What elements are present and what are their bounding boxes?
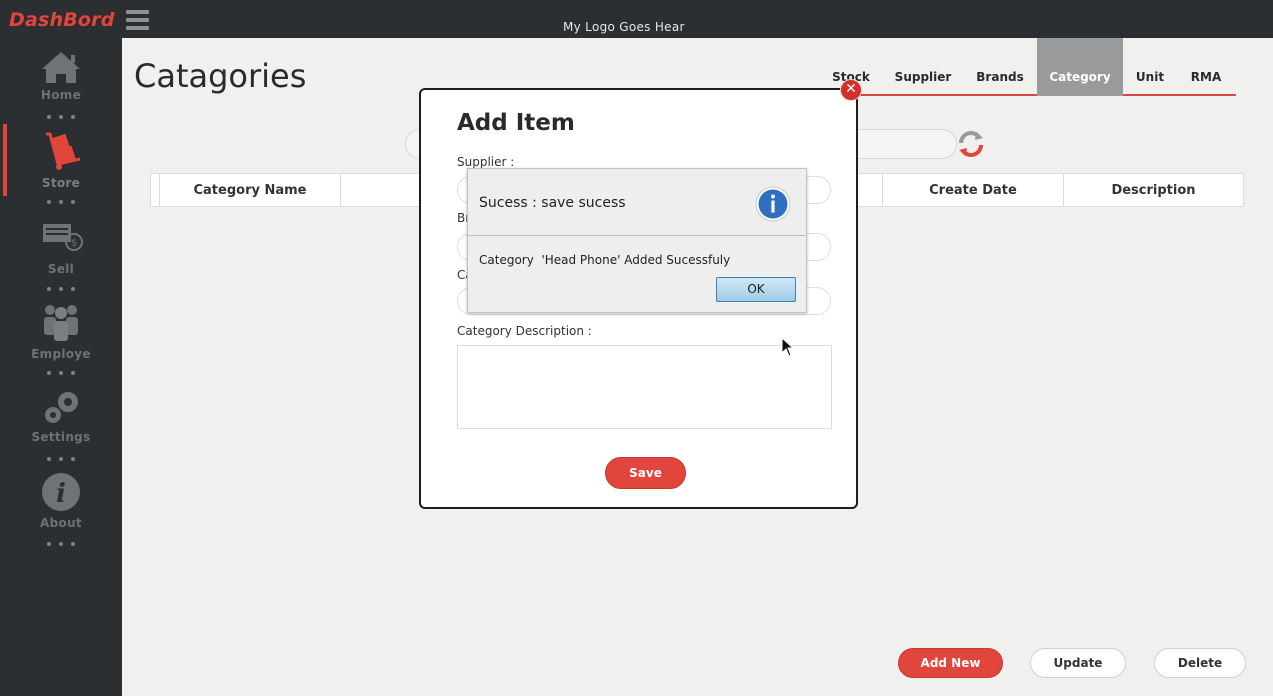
tab-brands[interactable]: Brands [970,38,1030,96]
logo-text: My Logo Goes Hear [563,20,685,34]
modal-title: Add Item [457,110,575,136]
dialog-message: Category 'Head Phone' Added Sucessfuly [479,253,731,267]
sidebar-item-label: Store [41,176,81,190]
divider-dots [47,287,75,293]
hand-truck-icon [46,132,81,170]
update-button[interactable]: Update [1030,648,1126,678]
sidebar-item-label: Home [40,88,82,102]
info-icon [755,186,791,222]
ok-button[interactable]: OK [716,277,796,302]
divider-dots [47,115,75,121]
save-button[interactable]: Save [605,457,686,489]
table-header-spacer [151,174,160,206]
add-new-button[interactable]: Add New [898,648,1003,678]
top-bar: DashBord My Logo Goes Hear [0,0,1273,38]
divider-dots [47,457,75,463]
sidebar-item-label: About [40,516,82,530]
home-icon [42,52,80,83]
divider-dots [47,542,75,548]
svg-text:i: i [56,479,66,509]
sidebar-item-label: Settings [31,430,91,444]
sidebar-item-label: Employe [31,347,91,361]
divider-dots [47,371,75,377]
close-icon[interactable]: ✕ [840,79,862,101]
cash-icon: $ [43,224,83,251]
svg-text:$: $ [71,238,77,249]
menu-icon[interactable] [126,10,149,30]
supplier-label: Supplier : [457,155,515,169]
divider-dots [47,200,75,206]
brand-logo: DashBord [9,9,115,31]
column-header[interactable]: Create Date [883,174,1064,206]
description-label: Category Description : [457,324,592,338]
column-header[interactable]: Category Name [160,174,341,206]
description-textarea[interactable] [457,345,832,429]
people-icon [44,305,78,341]
mouse-cursor-icon [781,337,795,357]
tab-supplier[interactable]: Supplier [890,38,956,96]
tab-rma[interactable]: RMA [1186,38,1226,96]
gear-icon [45,392,78,423]
info-dialog: Sucess : save sucess Category 'Head Phon… [467,168,807,313]
refresh-icon[interactable] [956,129,986,159]
sidebar: Home Store $ Sell Employe Settings i Abo… [0,38,122,696]
tab-category[interactable]: Category [1037,38,1123,96]
sidebar-item-label: Sell [47,262,75,276]
column-header[interactable]: Description [1064,174,1243,206]
tab-unit[interactable]: Unit [1132,38,1168,96]
delete-button[interactable]: Delete [1154,648,1246,678]
page-title: Catagories [134,57,307,95]
info-icon: i [42,473,80,511]
tab-bar: Stock Supplier Brands Category Unit RMA [820,38,1236,96]
dialog-title: Sucess : save sucess [479,195,626,211]
dialog-divider [468,235,806,236]
